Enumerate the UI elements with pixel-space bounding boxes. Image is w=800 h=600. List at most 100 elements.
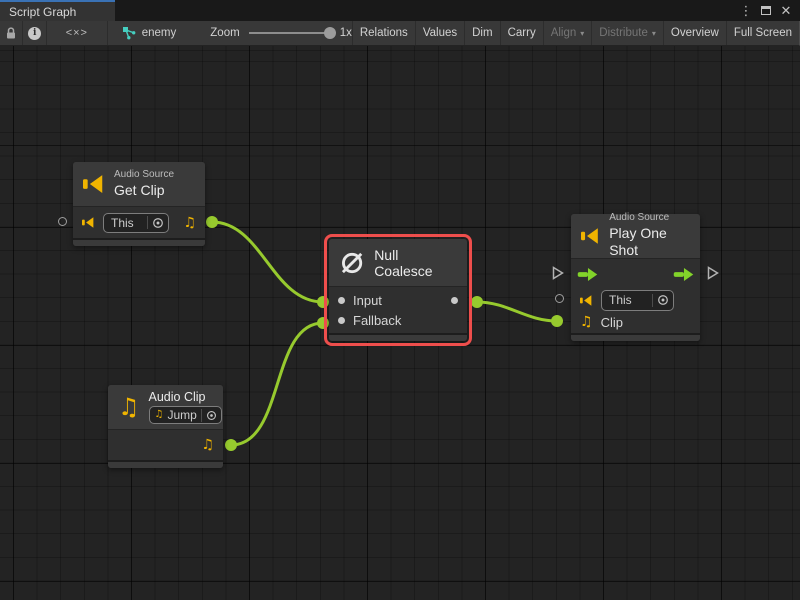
kebab-menu-icon[interactable]: ⋮ (738, 3, 754, 19)
node-titles: Audio Clip ♫ Jump (149, 390, 222, 425)
audio-clip-icon: ♫ (118, 395, 140, 419)
align-button[interactable]: Align▾ (544, 21, 593, 45)
relations-label: Relations (360, 27, 408, 39)
full-screen-button[interactable]: Full Screen (727, 21, 799, 45)
input-port-row: Input (329, 290, 467, 310)
wire-getclip-to-input[interactable] (212, 222, 323, 302)
node-category: Audio Source (609, 212, 688, 225)
maximize-icon[interactable] (758, 3, 774, 19)
wire-audioclip-to-fallback[interactable] (231, 323, 323, 445)
audio-source-icon (581, 225, 600, 247)
wire-endpoint[interactable] (206, 216, 218, 228)
audio-clip-port-icon[interactable]: ♫ (183, 216, 196, 230)
graph-canvas[interactable]: Audio Source Get Clip This ♫ (0, 46, 800, 600)
lock-button[interactable] (0, 21, 23, 45)
clip-object-field[interactable]: ♫ Jump (149, 406, 222, 424)
node-title: Get Clip (114, 182, 174, 200)
node-play-one-shot[interactable]: Audio Source Play One Shot This ♫ (571, 214, 700, 341)
this-value: This (111, 216, 143, 230)
control-flow-row (571, 259, 700, 289)
full-screen-label: Full Screen (734, 27, 792, 39)
graph-name: enemy (142, 27, 177, 39)
flow-out-port[interactable] (707, 266, 719, 280)
flow-in-arrow-icon[interactable] (577, 268, 598, 281)
graph-toolbar: i <×> enemy Zoom 1x Relations Values Dim… (0, 21, 800, 46)
node-footer (571, 333, 700, 341)
object-picker-icon[interactable] (206, 410, 217, 421)
get-clip-this-port[interactable] (58, 217, 67, 226)
wire-endpoint[interactable] (551, 315, 563, 327)
carry-button[interactable]: Carry (501, 21, 544, 45)
node-body: ♫ (108, 429, 223, 460)
node-titles: Audio Source Get Clip (114, 169, 174, 199)
overview-button[interactable]: Overview (664, 21, 727, 45)
music-note-icon: ♫ (155, 410, 164, 420)
node-header[interactable]: Null Coalesce (329, 239, 467, 286)
audio-source-icon (580, 294, 593, 307)
node-get-clip[interactable]: Audio Source Get Clip This ♫ (73, 162, 205, 246)
this-object-field[interactable]: This (601, 290, 674, 311)
audio-source-icon (82, 216, 95, 229)
tab-script-graph[interactable]: Script Graph (0, 0, 115, 21)
info-icon: i (28, 27, 41, 40)
clip-port-row: ♫ Clip (571, 311, 700, 333)
node-titles: Audio Source Play One Shot (609, 212, 688, 260)
overview-label: Overview (671, 27, 719, 39)
this-port-row: This ♫ (73, 207, 205, 238)
fallback-port[interactable] (338, 317, 345, 324)
chevron-down-icon: ▾ (580, 29, 584, 38)
graph-icon (122, 26, 136, 40)
relations-button[interactable]: Relations (353, 21, 416, 45)
node-audio-clip[interactable]: ♫ Audio Clip ♫ Jump ♫ (108, 385, 223, 468)
node-header[interactable]: ♫ Audio Clip ♫ Jump (108, 385, 223, 429)
node-header[interactable]: Audio Source Get Clip (73, 162, 205, 206)
play-one-shot-this-port[interactable] (555, 294, 564, 303)
node-category: Audio Source (114, 169, 174, 182)
clip-value: Jump (167, 408, 196, 423)
node-footer (108, 460, 223, 468)
wire-output-to-clip[interactable] (477, 302, 557, 321)
flow-in-port[interactable] (552, 266, 564, 280)
node-title: Play One Shot (609, 225, 688, 260)
carry-label: Carry (508, 27, 536, 39)
window-controls: ⋮ ✕ (738, 0, 800, 21)
field-divider (201, 409, 202, 422)
node-title: Audio Clip (149, 390, 222, 406)
wire-endpoint[interactable] (225, 439, 237, 451)
object-picker-icon[interactable] (657, 294, 669, 306)
wire-endpoint[interactable] (317, 296, 329, 308)
node-header[interactable]: Audio Source Play One Shot (571, 214, 700, 258)
graph-reference[interactable]: enemy (122, 21, 177, 45)
object-picker-icon[interactable] (152, 217, 164, 229)
close-icon[interactable]: ✕ (778, 3, 794, 19)
field-divider (652, 294, 653, 307)
wire-endpoint[interactable] (471, 296, 483, 308)
distribute-label: Distribute (599, 27, 648, 39)
flow-out-arrow-icon[interactable] (673, 268, 694, 281)
wire-endpoint[interactable] (317, 317, 329, 329)
result-port[interactable] (451, 297, 458, 304)
zoom-label: Zoom (210, 27, 239, 39)
null-coalesce-icon (339, 249, 365, 277)
distribute-button[interactable]: Distribute▾ (592, 21, 664, 45)
edit-graph-button[interactable]: <×> (47, 21, 108, 45)
node-null-coalesce[interactable]: Null Coalesce Input Fallback (329, 239, 467, 341)
node-body: This ♫ (73, 206, 205, 238)
zoom-slider-handle[interactable] (324, 27, 336, 39)
node-body: Input Fallback (329, 286, 467, 333)
tab-label: Script Graph (9, 5, 76, 19)
clip-port-label: Clip (601, 315, 623, 330)
node-title: Null Coalesce (374, 247, 455, 279)
node-footer (329, 333, 467, 341)
audio-clip-port-icon[interactable]: ♫ (201, 438, 214, 452)
maximize-glyph (761, 6, 771, 15)
dim-button[interactable]: Dim (465, 21, 500, 45)
code-icon: <×> (66, 27, 88, 39)
values-button[interactable]: Values (416, 21, 465, 45)
inspect-button[interactable]: i (23, 21, 46, 45)
audio-source-icon (83, 173, 105, 195)
fallback-port-label: Fallback (353, 313, 401, 328)
input-port[interactable] (338, 297, 345, 304)
zoom-slider[interactable] (249, 32, 331, 34)
this-object-field[interactable]: This (103, 213, 169, 233)
